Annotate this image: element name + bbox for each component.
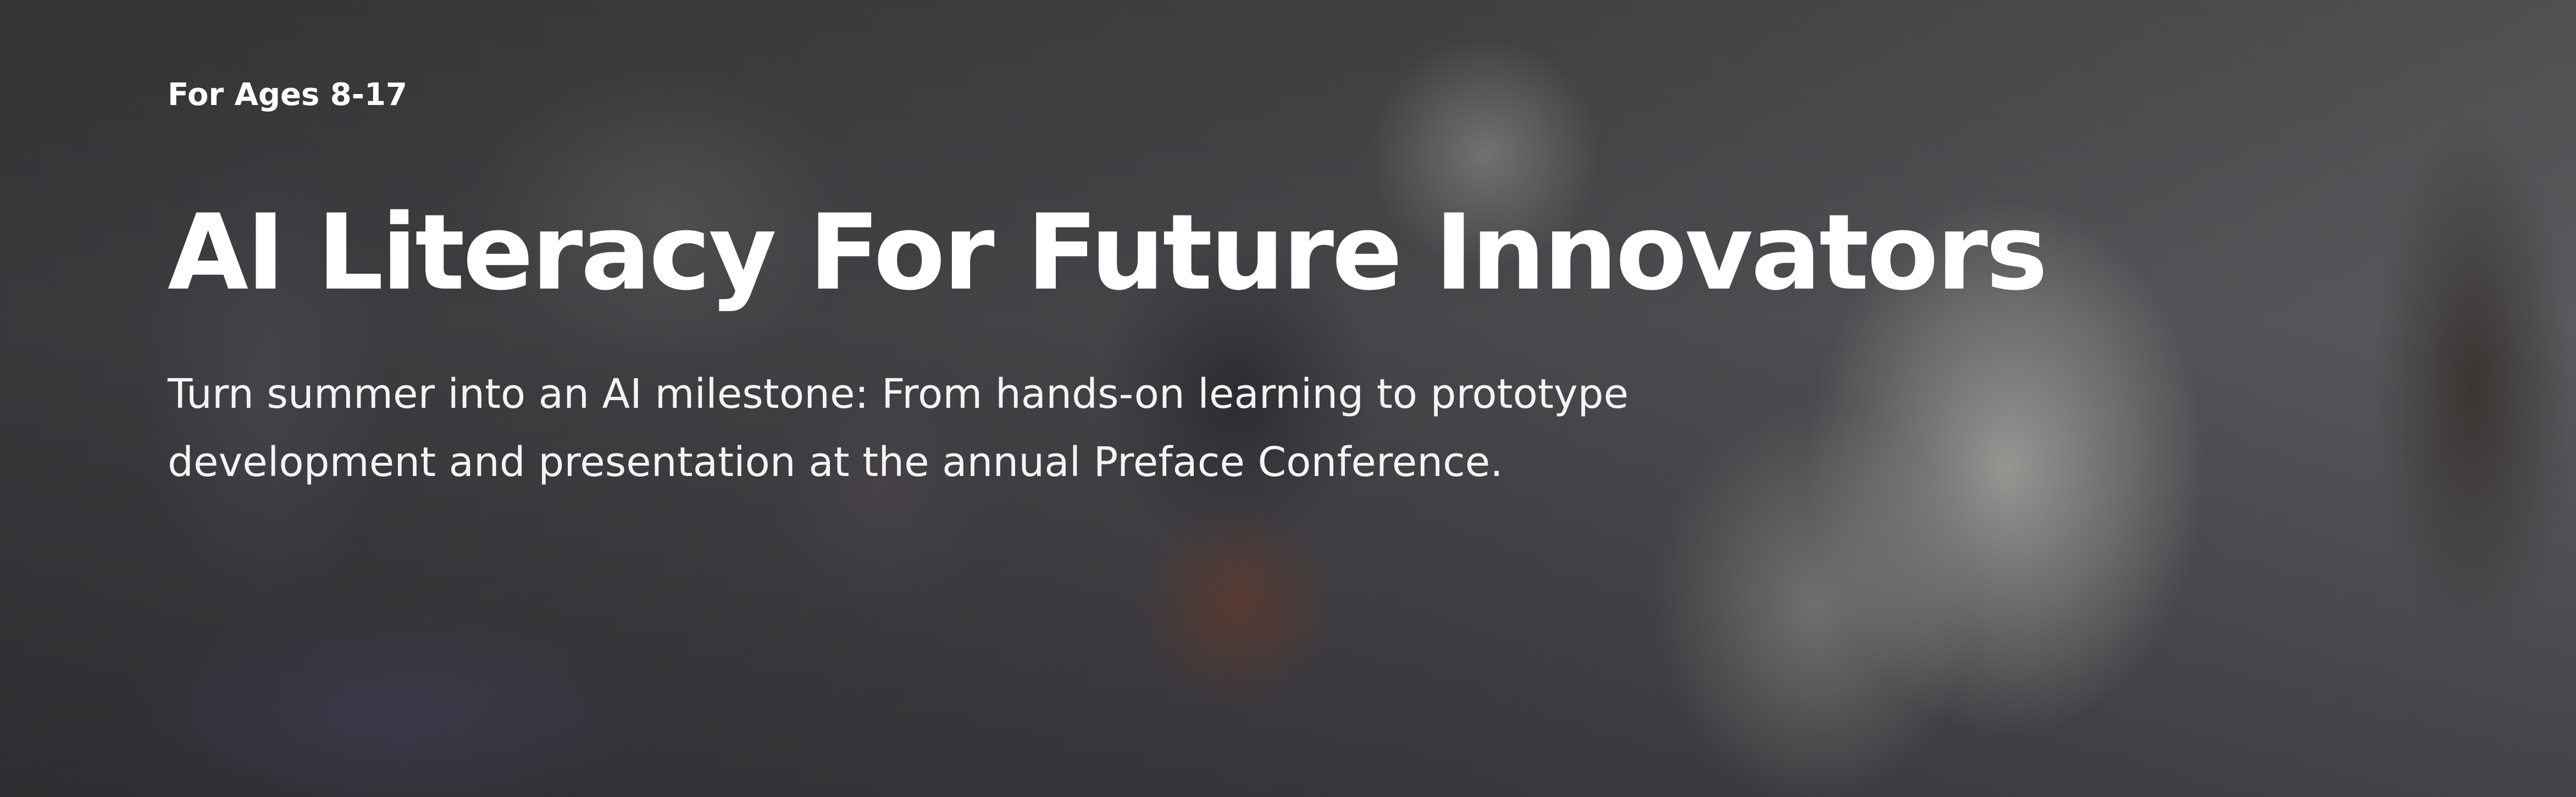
hero-subtitle: Turn summer into an AI milestone: From h…	[168, 370, 1629, 486]
hero-headline: AI Literacy For Future Innovators	[168, 192, 2048, 313]
hero-content: For Ages 8-17 AI Literacy For Future Inn…	[168, 77, 2146, 496]
hero-banner: For Ages 8-17 AI Literacy For Future Inn…	[0, 0, 2576, 797]
age-range-label: For Ages 8-17	[168, 77, 407, 113]
